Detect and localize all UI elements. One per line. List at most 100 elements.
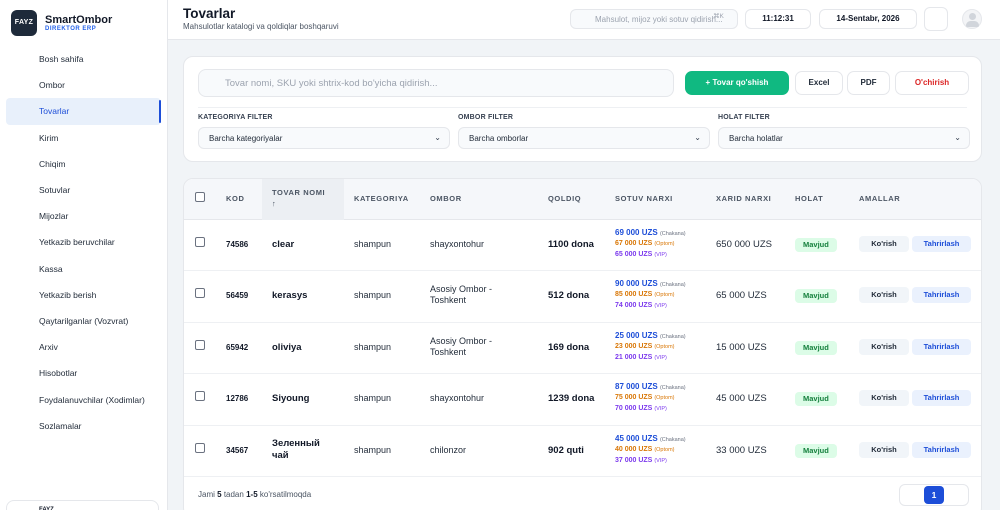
sidebar-item-sotuvlar[interactable]: Sotuvlar xyxy=(6,177,161,203)
sidebar-item-kassa[interactable]: Kassa xyxy=(6,256,161,282)
sort-arrow-icon: ↑ xyxy=(272,199,277,208)
column-warehouse[interactable]: OMBOR xyxy=(430,194,462,203)
cell-warehouse: Asosiy Ombor - Toshkent xyxy=(430,335,493,357)
status-badge: Mavjud xyxy=(795,238,837,252)
edit-button[interactable]: Tahrirlash xyxy=(912,287,971,304)
edit-button[interactable]: Tahrirlash xyxy=(912,338,971,355)
view-button[interactable]: Ko'rish xyxy=(859,287,909,304)
top-header: Tovarlar Mahsulotlar katalogi va qoldiql… xyxy=(168,0,1000,40)
retail-price: 25 000 UZS (Chakana) xyxy=(615,330,686,340)
cell-name: Siyoung xyxy=(272,393,310,405)
retail-price: 45 000 UZS (Chakana) xyxy=(615,433,686,443)
brand[interactable]: FAYZ SmartOmbor DIREKTOR ERP xyxy=(0,0,167,38)
delete-button[interactable]: O'chirish xyxy=(895,71,969,95)
pagination: 1 xyxy=(899,484,969,506)
category-filter-value: Barcha kategoriyalar xyxy=(209,134,283,143)
avatar[interactable] xyxy=(962,9,982,29)
sidebar-item-ombor[interactable]: Ombor xyxy=(6,72,161,98)
page-button[interactable]: 1 xyxy=(924,486,944,504)
cell-name: Зеленный чай xyxy=(272,437,320,461)
sidebar-item-foydalanuvchilar[interactable]: Foydalanuvchilar (Xodimlar) xyxy=(6,386,161,412)
cell-category: shampun xyxy=(354,239,392,249)
cell-buy-price: 65 000 UZS xyxy=(716,290,767,302)
table-header: KOD TOVAR NOMI ↑ KATEGORIYA OMBOR QOLDIQ… xyxy=(184,179,981,220)
retail-price: 90 000 UZS (Chakana) xyxy=(615,279,686,289)
vip-price: 37 000 UZS (VIP) xyxy=(615,456,667,464)
status-badge: Mavjud xyxy=(795,340,837,355)
view-button[interactable]: Ko'rish xyxy=(859,441,909,458)
notification-button[interactable] xyxy=(924,7,948,31)
page-title: Tovarlar xyxy=(183,6,236,21)
sidebar-item-yetkazib-beruvchilar[interactable]: Yetkazib beruvchilar xyxy=(6,229,161,255)
row-checkbox[interactable] xyxy=(195,288,205,299)
view-button[interactable]: Ko'rish xyxy=(859,338,909,355)
row-checkbox[interactable] xyxy=(195,391,205,402)
status-badge: Mavjud xyxy=(795,443,837,458)
vip-price: 70 000 UZS (VIP) xyxy=(615,405,667,413)
pdf-export-button[interactable]: PDF xyxy=(847,71,890,95)
wholesale-price: 40 000 UZS (Optom) xyxy=(615,445,675,453)
column-sell-price[interactable]: SOTUV NARXI xyxy=(615,194,673,203)
view-button[interactable]: Ko'rish xyxy=(859,236,909,252)
cell-stock: 1100 dona xyxy=(548,239,594,250)
add-product-button[interactable]: + Tovar qo'shish xyxy=(685,71,789,95)
row-checkbox[interactable] xyxy=(195,339,205,350)
cell-stock: 512 dona xyxy=(548,290,590,302)
sidebar-item-qaytarilganlar[interactable]: Qaytarilganlar (Vozvrat) xyxy=(6,308,161,334)
row-checkbox[interactable] xyxy=(195,237,205,247)
cell-stock: 902 quti xyxy=(548,444,584,456)
sidebar-item-sozlamalar[interactable]: Sozlamalar xyxy=(6,413,161,439)
status-filter-label: HOLAT FILTER xyxy=(718,114,770,121)
chevron-down-icon: ⌄ xyxy=(434,133,441,142)
sidebar-item-hisobotlar[interactable]: Hisobotlar xyxy=(6,360,161,386)
edit-button[interactable]: Tahrirlash xyxy=(912,236,971,252)
sidebar-item-yetkazib-berish[interactable]: Yetkazib berish xyxy=(6,282,161,308)
sidebar-item-arxiv[interactable]: Arxiv xyxy=(6,334,161,360)
brand-subtitle: DIREKTOR ERP xyxy=(45,25,97,32)
sidebar-item-kirim[interactable]: Kirim xyxy=(6,125,161,151)
column-stock[interactable]: QOLDIQ xyxy=(548,194,581,203)
column-name[interactable]: TOVAR NOMI xyxy=(272,188,325,197)
table-row[interactable]: 74586 clear shampun shayxontohur 1100 do… xyxy=(184,220,981,272)
warehouse-filter-select[interactable]: Barcha omborlar ⌄ xyxy=(458,127,710,149)
retail-price: 69 000 UZS (Chakana) xyxy=(615,228,686,237)
column-status[interactable]: HOLAT xyxy=(795,194,823,203)
page-subtitle: Mahsulotlar katalogi va qoldiqlar boshqa… xyxy=(183,22,339,31)
category-filter-select[interactable]: Barcha kategoriyalar ⌄ xyxy=(198,127,450,149)
row-checkbox[interactable] xyxy=(195,442,205,453)
cell-warehouse: Asosiy Ombor - Toshkent xyxy=(430,284,493,306)
cell-stock: 1239 dona xyxy=(548,393,595,405)
user-card[interactable]: FAYZ xyxy=(6,500,159,510)
sidebar-item-mijozlar[interactable]: Mijozlar xyxy=(6,203,161,229)
cell-kod: 34567 xyxy=(226,445,249,455)
wholesale-price: 75 000 UZS (Optom) xyxy=(615,394,675,402)
sidebar-item-tovarlar[interactable]: Tovarlar xyxy=(6,98,161,125)
view-button[interactable]: Ko'rish xyxy=(859,390,909,407)
edit-button[interactable]: Tahrirlash xyxy=(912,390,971,407)
edit-button[interactable]: Tahrirlash xyxy=(912,441,971,458)
table-row[interactable]: 56459 kerasys shampun Asosiy Ombor - Tos… xyxy=(184,271,981,323)
cell-kod: 65942 xyxy=(226,342,249,352)
column-kod[interactable]: KOD xyxy=(226,194,244,203)
cell-buy-price: 45 000 UZS xyxy=(716,393,767,405)
warehouse-filter-value: Barcha omborlar xyxy=(469,134,529,143)
status-badge: Mavjud xyxy=(795,289,837,304)
sidebar-item-bosh-sahifa[interactable]: Bosh sahifa xyxy=(6,46,161,72)
table-row[interactable]: 12786 Siyoung shampun shayxontohur 1239 … xyxy=(184,374,981,426)
cell-category: shampun xyxy=(354,444,392,455)
excel-export-button[interactable]: Excel xyxy=(795,71,843,95)
product-search-input[interactable]: Tovar nomi, SKU yoki shtrix-kod bo'yicha… xyxy=(198,69,674,97)
table-row[interactable]: 65942 oliviya shampun Asosiy Ombor - Tos… xyxy=(184,323,981,375)
column-buy-price[interactable]: XARID NARXI xyxy=(716,194,771,203)
wholesale-price: 85 000 UZS (Optom) xyxy=(615,291,675,299)
status-filter-value: Barcha holatlar xyxy=(729,134,783,143)
sidebar-item-chiqim[interactable]: Chiqim xyxy=(6,151,161,177)
wholesale-price: 23 000 UZS (Optom) xyxy=(615,342,675,350)
column-category[interactable]: KATEGORIYA xyxy=(354,194,409,203)
cell-name: oliviya xyxy=(272,341,302,353)
table-row[interactable]: 34567 Зеленный чай shampun chilonzor 902… xyxy=(184,426,981,477)
status-filter-select[interactable]: Barcha holatlar ⌄ xyxy=(718,127,970,149)
cell-stock: 169 dona xyxy=(548,341,590,353)
cell-kod: 12786 xyxy=(226,394,249,404)
select-all-checkbox[interactable] xyxy=(195,192,205,202)
